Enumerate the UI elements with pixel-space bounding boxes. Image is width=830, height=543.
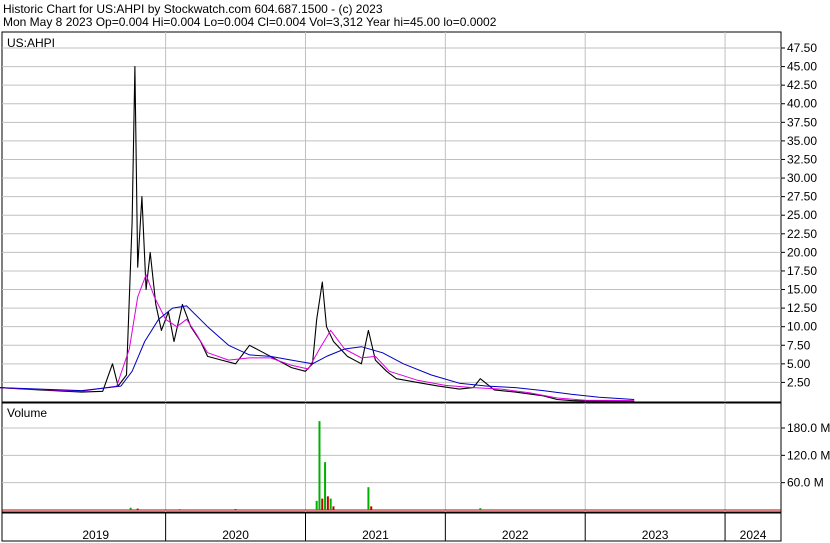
volume-bar xyxy=(367,487,370,510)
volume-bar xyxy=(332,506,335,510)
year-label: 2024 xyxy=(740,528,767,542)
price-tick-label: 30.00 xyxy=(787,171,817,185)
year-label: 2020 xyxy=(222,528,249,542)
price-tick-label: 7.50 xyxy=(787,338,811,352)
volume-tick-label: 60.0 M xyxy=(787,476,824,490)
volume-panel-title: Volume xyxy=(7,406,47,420)
volume-bar xyxy=(129,507,132,510)
price-tick-label: 2.50 xyxy=(787,375,811,389)
chart-header-title: Historic Chart for US:AHPI by Stockwatch… xyxy=(3,2,383,16)
volume-axis-ticks: 180.0 M 120.0 M 60.0 M xyxy=(781,421,830,490)
year-label: 2019 xyxy=(82,528,109,542)
volume-bar xyxy=(178,509,181,511)
volume-tick-label: 180.0 M xyxy=(787,421,830,435)
price-tick-label: 20.00 xyxy=(787,245,817,259)
price-tick-label: 17.50 xyxy=(787,264,817,278)
volume-bar xyxy=(318,421,321,510)
price-axis-ticks: 47.50 45.00 42.50 40.00 37.50 35.00 32.50 30.00… xyxy=(781,41,817,389)
volume-bar xyxy=(136,508,139,510)
price-panel-title: US:AHPI xyxy=(7,36,55,50)
volume-bar xyxy=(479,508,482,510)
price-panel xyxy=(1,31,782,403)
price-tick-label: 37.50 xyxy=(787,115,817,129)
volume-bar xyxy=(321,498,324,510)
price-tick-label: 22.50 xyxy=(787,227,817,241)
price-tick-label: 32.50 xyxy=(787,152,817,166)
price-tick-label: 35.00 xyxy=(787,134,817,148)
price-tick-label: 40.00 xyxy=(787,97,817,111)
volume-bar xyxy=(315,500,318,510)
chart-header-quote: Mon May 8 2023 Op=0.004 Hi=0.004 Lo=0.00… xyxy=(3,15,497,29)
stock-chart: Historic Chart for US:AHPI by Stockwatch… xyxy=(0,2,830,542)
price-tick-label: 10.00 xyxy=(787,320,817,334)
price-tick-label: 47.50 xyxy=(787,41,817,55)
year-label: 2023 xyxy=(642,528,669,542)
volume-panel xyxy=(1,402,782,513)
price-tick-label: 27.50 xyxy=(787,190,817,204)
volume-bar xyxy=(234,509,237,511)
volume-bar xyxy=(370,506,373,510)
price-tick-label: 25.00 xyxy=(787,208,817,222)
volume-bar xyxy=(324,462,327,510)
year-label: 2021 xyxy=(362,528,389,542)
year-label: 2022 xyxy=(502,528,529,542)
price-tick-label: 5.00 xyxy=(787,357,811,371)
price-tick-label: 42.50 xyxy=(787,78,817,92)
price-tick-label: 45.00 xyxy=(787,60,817,74)
price-tick-label: 12.50 xyxy=(787,301,817,315)
price-tick-label: 15.00 xyxy=(787,283,817,297)
volume-bar xyxy=(326,496,329,510)
volume-tick-label: 120.0 M xyxy=(787,448,830,462)
volume-bar xyxy=(329,498,332,510)
